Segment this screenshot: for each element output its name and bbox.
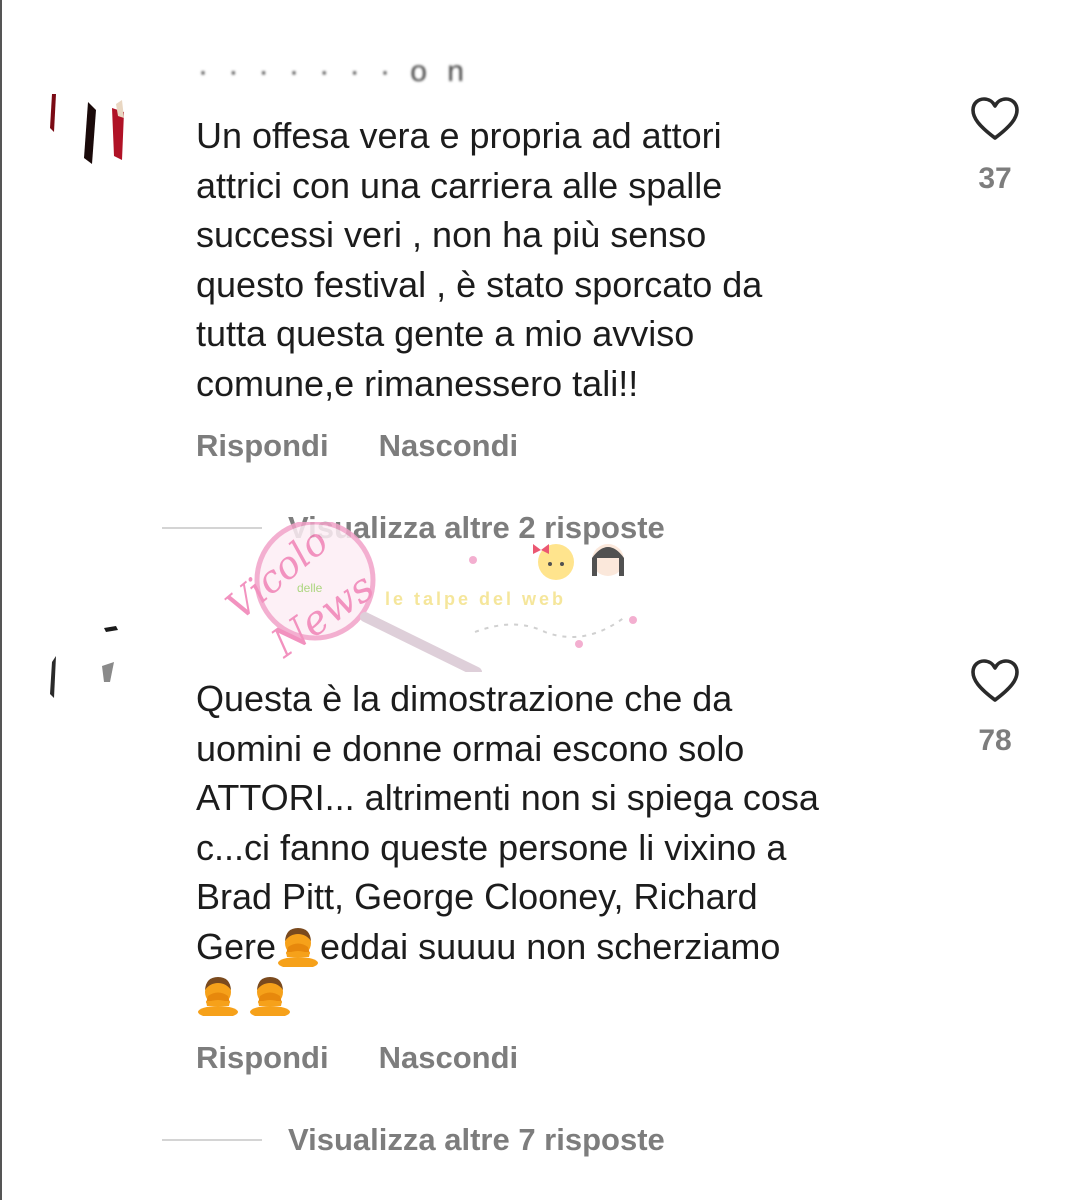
reply-button[interactable]: Rispondi xyxy=(196,428,329,464)
avatar[interactable] xyxy=(44,626,128,710)
comment-line: ATTORI... altrimenti non si spiega cosa xyxy=(196,777,819,818)
comment-line xyxy=(196,971,916,1021)
heart-outline-icon[interactable] xyxy=(970,96,1020,142)
person-facepalming-emoji xyxy=(250,977,290,1016)
username[interactable]: · · · · · · · o n xyxy=(198,55,470,89)
hide-button[interactable]: Nascondi xyxy=(379,428,519,464)
comment-actions: Rispondi Nascondi xyxy=(196,428,518,464)
comment-1: · · · · · · · o n Un offesa vera e propr… xyxy=(0,0,1079,580)
view-replies-label: Visualizza altre 7 risposte xyxy=(288,1122,665,1157)
comment-line: Gere eddai suuuu non scherziamo xyxy=(196,922,916,972)
comment-line: Brad Pitt, George Clooney, Richard xyxy=(196,876,758,917)
comment-line-text: eddai suuuu non scherziamo xyxy=(320,925,781,967)
comment-line: Questa è la dimostrazione che da xyxy=(196,678,733,719)
comment-line: uomini e donne ormai escono solo xyxy=(196,727,745,769)
comment-text: Un offesa vera e propria ad attori attri… xyxy=(196,115,763,404)
view-replies-button[interactable]: Visualizza altre 7 risposte xyxy=(162,1122,665,1158)
comment-actions: Rispondi Nascondi xyxy=(196,1040,518,1076)
like-control: 37 xyxy=(965,96,1025,196)
comment-text: Questa è la dimostrazione che da uomini … xyxy=(196,674,916,1021)
replies-divider xyxy=(162,1139,262,1141)
like-count: 78 xyxy=(978,724,1012,757)
like-count: 37 xyxy=(978,162,1012,195)
person-facepalming-emoji xyxy=(198,977,238,1016)
avatar[interactable] xyxy=(44,88,128,172)
comment-line: c...ci fanno queste persone li vixino a xyxy=(196,826,787,868)
like-control: 78 xyxy=(965,658,1025,758)
comment-line-text: Gere xyxy=(196,925,277,967)
reply-button[interactable]: Rispondi xyxy=(196,1040,329,1076)
person-facepalming-emoji xyxy=(278,927,319,967)
comment-2: 78 Questa è la dimostrazione che da uomi… xyxy=(0,600,1079,1200)
heart-outline-icon[interactable] xyxy=(970,658,1020,704)
hide-button[interactable]: Nascondi xyxy=(379,1040,519,1076)
